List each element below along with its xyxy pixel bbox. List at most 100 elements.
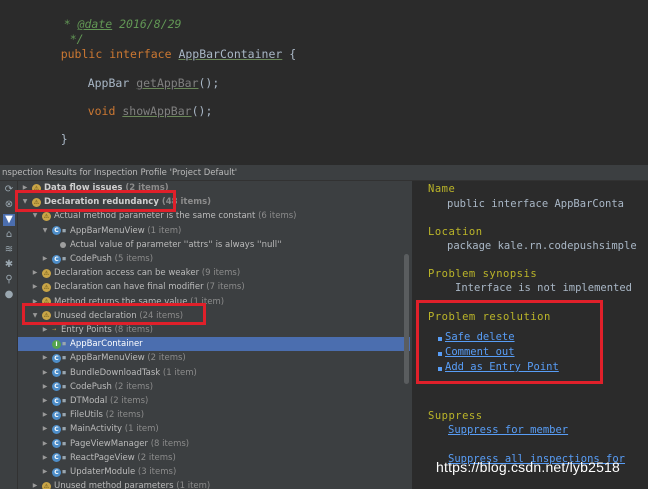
tree-row-label: AppBarMenuView (2 items) (70, 351, 186, 365)
tree-row-text: FileUtils (70, 410, 103, 421)
interface-name[interactable]: AppBarContainer (178, 47, 282, 61)
tree-row[interactable]: ▶ ⚠ Declaration access can be weaker (9 it… (18, 266, 410, 280)
tree-row[interactable]: Actual value of parameter ''attrs'' is a… (18, 238, 410, 252)
method-name-showappbar[interactable]: showAppBar (122, 104, 191, 118)
inspection-group-icon: ⚠ (42, 211, 51, 221)
filter-icon[interactable]: ▼ (3, 214, 15, 226)
problem-synopsis-value: Interface is not implemented (455, 282, 633, 294)
tree-row-label: Declaration can have final modifier (7 i… (54, 280, 245, 294)
settings-icon[interactable]: ✱ (3, 259, 15, 271)
tree-row-text: DTModal (70, 396, 108, 406)
pin-icon[interactable]: ⚲ (3, 274, 15, 286)
watermark: https://blog.csdn.net/lyb2518 (436, 459, 621, 475)
code-editor[interactable]: * @date 2016/8/29 */ public interface Ap… (0, 0, 648, 164)
expand-arrow-icon[interactable]: ▶ (41, 408, 49, 422)
tree-row[interactable]: I ◼ AppBarContainer (18, 337, 410, 352)
expand-arrow-icon[interactable]: ▶ (41, 465, 49, 479)
access-modifier-icon: ◼ (62, 369, 67, 376)
tree-row-text: MainActivity (70, 424, 123, 435)
inspection-group-icon: ⚠ (42, 481, 51, 489)
expand-arrow-icon[interactable]: ▶ (31, 479, 39, 489)
expand-arrow-icon[interactable]: ▶ (41, 437, 49, 451)
tree-row-text: Unused method parameters (54, 481, 174, 489)
tree-row[interactable]: ▶ C ◼ DTModal (2 items) (18, 394, 410, 408)
tree-row-text: Entry Points (61, 325, 112, 335)
rerun-icon[interactable]: ⟳ (3, 184, 15, 196)
expand-arrow-icon[interactable]: ▶ (41, 366, 49, 380)
close-brace-line: } (33, 118, 68, 160)
expand-arrow-icon[interactable]: ▶ (41, 351, 49, 365)
expand-all-icon[interactable]: ≋ (3, 244, 15, 256)
tree-row[interactable]: ▶ C ◼ FileUtils (2 items) (18, 408, 410, 422)
class-icon: C (52, 254, 61, 264)
tree-row[interactable]: ▶ C ◼ ReactPageView (2 items) (18, 451, 410, 465)
tree-row-text: CodePush (70, 381, 112, 392)
severity-icon[interactable]: ● (3, 289, 15, 301)
expand-arrow-icon[interactable]: ▶ (41, 451, 49, 465)
method-tail: (); (191, 104, 213, 118)
tree-row-label: CodePush (5 items) (70, 252, 153, 266)
expand-arrow-icon[interactable]: ▶ (31, 280, 39, 294)
interface-icon: I (52, 339, 61, 349)
access-modifier-icon: ◼ (62, 426, 67, 433)
tree-row[interactable]: ▶ C ◼ CodePush (5 items) (18, 252, 410, 266)
tree-scrollbar[interactable] (404, 254, 409, 384)
class-icon: C (52, 226, 61, 236)
tree-row-text: Actual method parameter is the same cons… (54, 211, 256, 222)
tree-row[interactable]: ▶ C ◼ BundleDownloadTask (1 item) (18, 366, 410, 380)
class-icon: C (52, 424, 61, 434)
tree-row-count: (5 items) (114, 254, 154, 264)
expand-arrow-icon[interactable]: ▶ (41, 394, 49, 408)
class-icon: C (52, 353, 61, 363)
tree-row-label: Declaration access can be weaker (9 item… (54, 266, 240, 280)
expand-arrow-icon[interactable]: ▶ (41, 323, 49, 337)
method-tail: (); (198, 76, 220, 90)
method-name-getappbar[interactable]: getAppBar (136, 76, 198, 90)
tree-row[interactable]: ▶ C ◼ UpdaterModule (3 items) (18, 465, 410, 479)
tree-row-text: CodePush (70, 254, 112, 264)
name-heading: Name (428, 183, 456, 195)
tree-row-count: (9 items) (201, 268, 241, 279)
tree-row-label: Entry Points (8 items) (61, 323, 153, 337)
inspection-group-icon: ⚠ (42, 282, 51, 292)
tree-row[interactable]: ▶ ⚠ Unused method parameters (1 item) (18, 479, 410, 489)
tree-row-text: UpdaterModule (70, 467, 136, 477)
location-value: package kale.rn.codepushsimple (447, 240, 637, 252)
class-icon: C (52, 467, 61, 477)
inspection-title-text: nspection Results for Inspection Profile… (2, 168, 238, 178)
annotation-box-unused-declaration (22, 303, 206, 325)
tree-row[interactable]: ▼ C ◼ AppBarMenuView (1 item) (18, 224, 410, 238)
inspection-results-tree[interactable]: ▶ ⚠ Data flow issues (2 items) ▼ ⚠ Declaratio… (18, 181, 412, 489)
close-icon[interactable]: ⊗ (3, 199, 15, 211)
tree-row[interactable]: ▶ ⚠ Declaration can have final modifier (7… (18, 280, 410, 294)
group-by-severity-icon[interactable]: ⌂ (3, 229, 15, 241)
tree-row-text: ReactPageView (70, 452, 135, 463)
open-brace: { (289, 47, 297, 61)
tree-row[interactable]: ▶ → Entry Points (8 items) (18, 323, 410, 337)
class-icon: C (52, 453, 61, 463)
tree-row[interactable]: ▶ C ◼ CodePush (2 items) (18, 380, 410, 394)
suppress-for-member-link[interactable]: Suppress for member (448, 424, 568, 436)
expand-arrow-icon[interactable]: ▶ (41, 422, 49, 436)
class-icon: C (52, 410, 61, 420)
tree-row-count: (8 items) (114, 325, 153, 335)
collapse-arrow-icon[interactable]: ▼ (41, 224, 49, 238)
tree-row[interactable]: ▶ C ◼ PageViewManager (8 items) (18, 437, 410, 451)
access-modifier-icon: ◼ (62, 469, 67, 475)
expand-arrow-icon[interactable]: ▶ (31, 266, 39, 280)
tree-row-text: AppBarMenuView (70, 225, 145, 236)
tree-row[interactable]: ▶ C ◼ AppBarMenuView (2 items) (18, 351, 410, 365)
expand-arrow-icon[interactable]: ▶ (41, 380, 49, 394)
tree-row-label: Actual value of parameter ''attrs'' is a… (70, 238, 282, 252)
tree-row-count: (2 items) (105, 410, 145, 421)
class-icon: C (52, 382, 61, 392)
tree-row-label: FileUtils (2 items) (70, 408, 144, 422)
keyword-public: public (60, 47, 103, 61)
tree-row-label: ReactPageView (2 items) (70, 451, 176, 465)
expand-arrow-icon[interactable]: ▶ (41, 252, 49, 266)
tree-row-count: (1 item) (147, 225, 182, 236)
doc-date-value: 2016/8/29 (112, 17, 182, 31)
tree-row[interactable]: ▶ C ◼ MainActivity (1 item) (18, 422, 410, 436)
tree-row-count: (6 items) (258, 211, 297, 222)
name-value: public interface AppBarConta (447, 198, 625, 210)
